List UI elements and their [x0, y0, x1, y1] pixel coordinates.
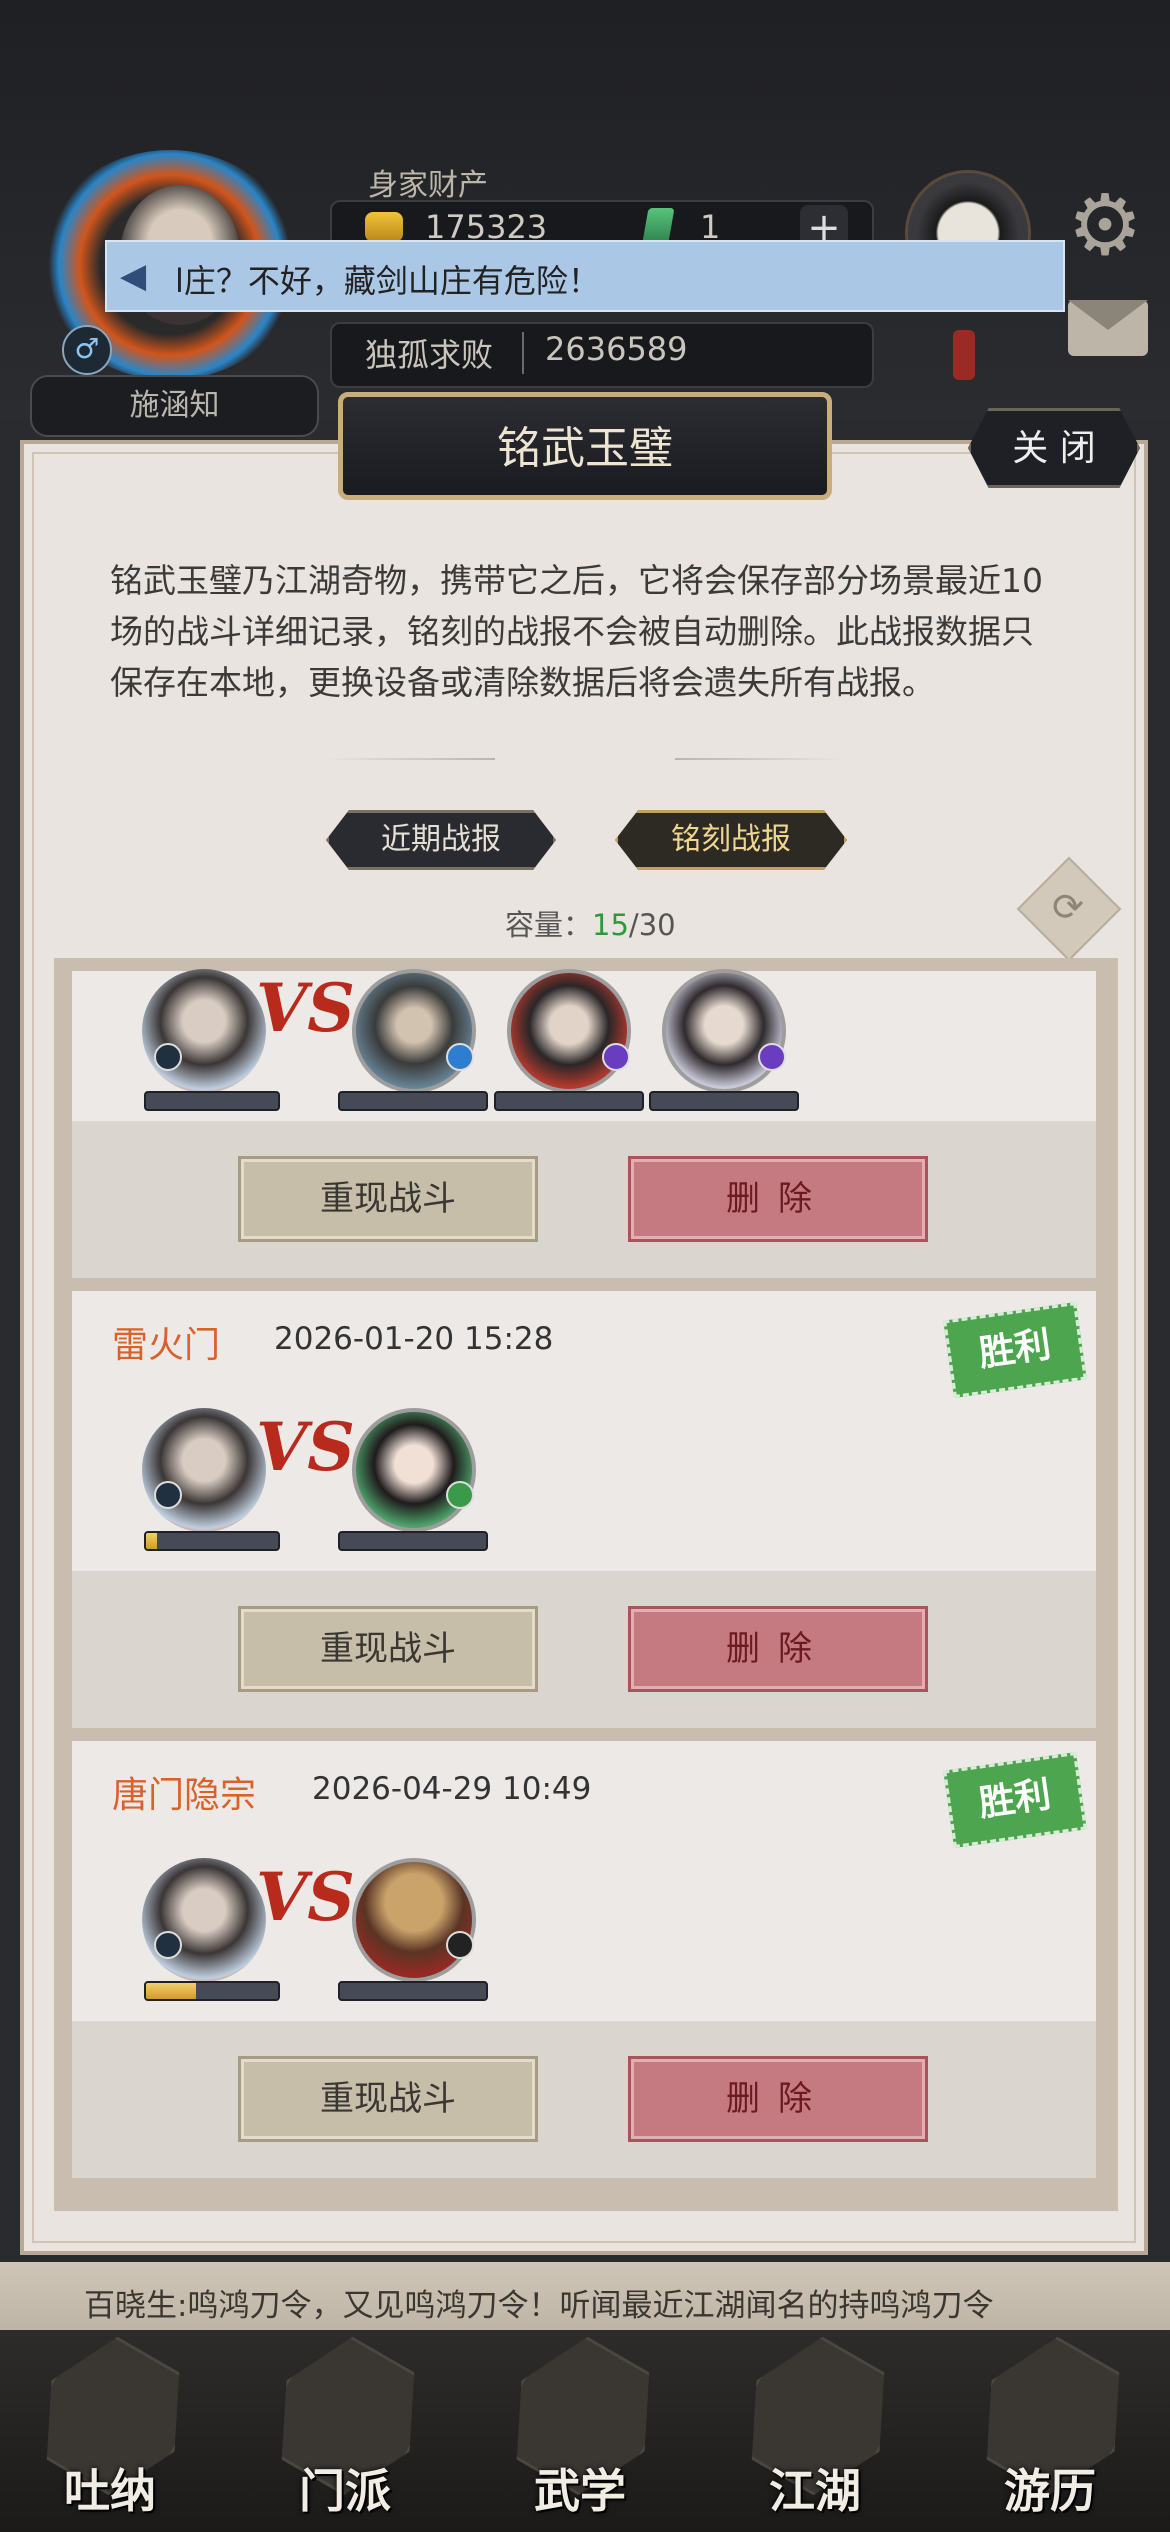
- divider: [325, 758, 495, 760]
- victory-stamp: 胜利: [943, 1302, 1087, 1398]
- mail-flap: [1068, 300, 1148, 330]
- record-card: 唐门隐宗 2026-04-29 10:49 胜利 VS 重现战斗 删除: [72, 1741, 1096, 2178]
- record-header: 雷火门 2026-01-20 15:28 胜利 VS: [72, 1291, 1096, 1571]
- element-icon: [446, 1043, 474, 1071]
- player-hp-bar: [144, 1981, 280, 2001]
- player-portrait[interactable]: [142, 1408, 266, 1532]
- element-icon: [602, 1043, 630, 1071]
- enemy-hp-bar: [338, 1981, 488, 2001]
- record-card: 雷火门 2026-01-20 15:28 胜利 VS 重现战斗 删除: [72, 1291, 1096, 1728]
- capacity-total: /30: [628, 908, 676, 942]
- player-name: 施涵知: [30, 375, 319, 437]
- record-header: VS: [72, 969, 1096, 1121]
- record-sect: 唐门隐宗: [112, 1775, 257, 1816]
- record-actions: 重现战斗 删除: [72, 1571, 1096, 1728]
- delete-button[interactable]: 删除: [628, 1156, 928, 1242]
- player-hp-bar: [144, 1091, 280, 1111]
- divider: [522, 332, 524, 374]
- record-actions: 重现战斗 删除: [72, 1121, 1096, 1278]
- record-list[interactable]: VS 重现战斗 删除 雷火门 2026-01-20 15:28 胜利 VS 重现…: [54, 958, 1118, 2211]
- nav-item-jianghu[interactable]: 江湖: [725, 2335, 905, 2525]
- nav-label: 门派: [299, 2464, 391, 2518]
- record-header: 唐门隐宗 2026-04-29 10:49 胜利 VS: [72, 1741, 1096, 2021]
- hp-fill: [146, 1533, 157, 1549]
- nav-item-travel[interactable]: 游历: [960, 2335, 1140, 2525]
- nav-label: 武学: [534, 2464, 626, 2518]
- record-time: 2026-01-20 15:28: [274, 1321, 554, 1357]
- enemy-portrait[interactable]: [352, 1408, 476, 1532]
- element-icon: [446, 1481, 474, 1509]
- hp-fill: [146, 1983, 197, 1999]
- delete-button[interactable]: 删除: [628, 1606, 928, 1692]
- divider: [675, 758, 845, 760]
- male-icon: [154, 1931, 182, 1959]
- record-time: 2026-04-29 10:49: [312, 1771, 592, 1807]
- vs-label: VS: [256, 1858, 355, 1936]
- enemy-hp-bar: [338, 1531, 488, 1551]
- enemy-hp-bar: [649, 1091, 799, 1111]
- player-portrait[interactable]: [142, 969, 266, 1093]
- replay-button[interactable]: 重现战斗: [238, 1156, 538, 1242]
- nav-label: 游历: [1004, 2464, 1096, 2518]
- male-icon: [154, 1481, 182, 1509]
- enemy-portrait[interactable]: [352, 969, 476, 1093]
- replay-button[interactable]: 重现战斗: [238, 2056, 538, 2142]
- record-card: VS 重现战斗 删除: [72, 969, 1096, 1278]
- capacity-text: 容量：: [505, 908, 593, 942]
- enemy-portrait[interactable]: [507, 969, 631, 1093]
- nav-item-martial[interactable]: 武学: [490, 2335, 670, 2525]
- tassel-icon: [953, 330, 975, 380]
- record-actions: 重现战斗 删除: [72, 2021, 1096, 2178]
- record-sect: 雷火门: [112, 1325, 221, 1366]
- enemy-portrait[interactable]: [662, 969, 786, 1093]
- panel-title: 铭武玉璧: [497, 423, 673, 474]
- vs-label: VS: [256, 969, 355, 1047]
- announcement-text: l庄？不好，藏剑山庄有危险！: [175, 262, 600, 300]
- enemy-hp-bar: [494, 1091, 644, 1111]
- player-hp-bar: [144, 1531, 280, 1551]
- nav-item-tuna[interactable]: 吐纳: [20, 2335, 200, 2525]
- element-icon: [446, 1931, 474, 1959]
- replay-button[interactable]: 重现战斗: [238, 1606, 538, 1692]
- megaphone-icon: ◀: [120, 256, 147, 296]
- player-title: 独孤求败: [365, 336, 494, 374]
- enemy-portrait[interactable]: [352, 1858, 476, 1982]
- tab-recent-reports[interactable]: 近期战报: [326, 810, 556, 870]
- enemy-hp-bar: [338, 1091, 488, 1111]
- panel-description: 铭武玉璧乃江湖奇物，携带它之后，它将会保存部分场景最近10场的战斗详细记录，铭刻…: [110, 561, 1043, 702]
- news-text: 百晓生:鸣鸿刀令，又见鸣鸿刀令！听闻最近江湖闻名的持鸣鸿刀令: [84, 2288, 994, 2324]
- nav-item-sect[interactable]: 门派: [255, 2335, 435, 2525]
- delete-button[interactable]: 删除: [628, 2056, 928, 2142]
- victory-stamp: 胜利: [943, 1752, 1087, 1848]
- gold-ingot-icon: [365, 212, 403, 242]
- capacity-label: 容量：15/30: [505, 902, 676, 944]
- vs-label: VS: [256, 1408, 355, 1486]
- power-value: 2636589: [545, 330, 688, 368]
- male-icon: [154, 1043, 182, 1071]
- refresh-icon: ⟳: [1052, 885, 1084, 929]
- player-portrait[interactable]: [142, 1858, 266, 1982]
- nav-label: 吐纳: [64, 2464, 156, 2518]
- nav-label: 江湖: [769, 2464, 861, 2518]
- element-icon: [758, 1043, 786, 1071]
- wealth-label: 身家财产: [368, 168, 488, 203]
- male-icon: ♂: [62, 325, 112, 375]
- gear-icon[interactable]: ⚙: [1060, 180, 1150, 270]
- close-button[interactable]: 关 闭: [968, 408, 1140, 488]
- capacity-used: 15: [592, 908, 629, 942]
- tab-engraved-reports[interactable]: 铭刻战报: [615, 810, 847, 870]
